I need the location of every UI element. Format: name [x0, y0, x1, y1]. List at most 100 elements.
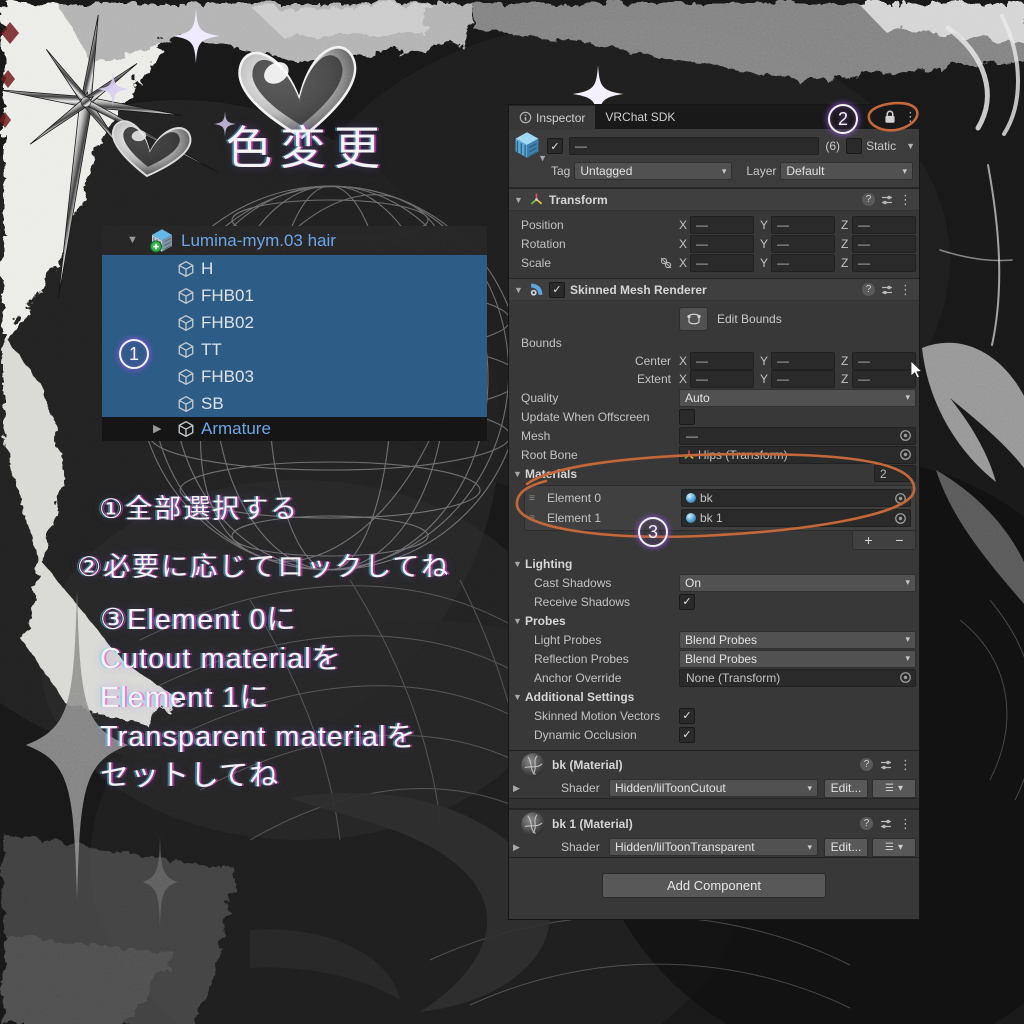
- materials-count-field[interactable]: 2: [874, 465, 916, 482]
- position-y-field[interactable]: —: [771, 215, 835, 234]
- name-field[interactable]: —: [569, 137, 820, 155]
- shader-menu-button[interactable]: ☰ ▾: [872, 837, 916, 857]
- foldout-open-icon[interactable]: ▼: [514, 285, 524, 295]
- scale-x-field[interactable]: —: [690, 253, 754, 272]
- root-bone-field[interactable]: Hips (Transform): [679, 445, 916, 464]
- extent-z-field[interactable]: —: [852, 370, 916, 388]
- center-x-field[interactable]: —: [690, 352, 754, 370]
- element1-material-field[interactable]: bk 1: [681, 509, 911, 527]
- component-menu-icon[interactable]: ⋮: [899, 816, 912, 832]
- element0-material-field[interactable]: bk: [681, 489, 911, 507]
- object-picker-icon[interactable]: [894, 512, 907, 525]
- edit-bounds-button[interactable]: [679, 307, 708, 331]
- rotation-x-field[interactable]: —: [690, 234, 754, 253]
- shader-dropdown[interactable]: Hidden/lilToonTransparent: [609, 838, 818, 856]
- materials-foldout[interactable]: ▼ Materials 2: [509, 464, 919, 483]
- smr-header[interactable]: ▼ Skinned Mesh Renderer ? ⋮: [509, 278, 919, 301]
- additional-settings-foldout[interactable]: ▼ Additional Settings: [509, 687, 919, 706]
- position-x-field[interactable]: —: [690, 215, 754, 234]
- object-picker-icon[interactable]: [899, 448, 912, 461]
- center-z-field[interactable]: —: [852, 352, 916, 370]
- center-y-field[interactable]: —: [771, 352, 835, 370]
- hierarchy-item-fhb03[interactable]: FHB03: [102, 363, 487, 390]
- remove-element-button[interactable]: −: [895, 533, 903, 547]
- static-checkbox[interactable]: [846, 138, 863, 154]
- hierarchy-root-row[interactable]: ▼ Lumina-mym.03 hair: [102, 226, 487, 255]
- mesh-object-field[interactable]: —: [679, 426, 916, 445]
- add-component-button[interactable]: Add Component: [602, 873, 826, 898]
- anchor-override-field[interactable]: None (Transform): [679, 668, 916, 687]
- foldout-closed-icon[interactable]: ▶: [513, 783, 523, 794]
- hierarchy-item-fhb01[interactable]: FHB01: [102, 282, 487, 309]
- gameobject-icon[interactable]: ▼: [513, 131, 547, 163]
- help-icon[interactable]: ?: [862, 193, 875, 206]
- object-picker-icon[interactable]: [899, 429, 912, 442]
- step2-marker: 2: [828, 104, 858, 134]
- object-picker-icon[interactable]: [899, 671, 912, 684]
- probes-foldout[interactable]: ▼ Probes: [509, 611, 919, 630]
- hierarchy-item-armature[interactable]: ▶ Armature: [102, 417, 487, 441]
- lock-icon[interactable]: [882, 109, 898, 125]
- scale-z-field[interactable]: —: [852, 253, 916, 272]
- material-element-0[interactable]: ≡ Element 0 bk: [525, 488, 915, 508]
- update-offscreen-checkbox[interactable]: [679, 408, 695, 425]
- lighting-foldout[interactable]: ▼ Lighting: [509, 554, 919, 573]
- hierarchy-item-fhb02[interactable]: FHB02: [102, 309, 487, 336]
- drag-handle-icon[interactable]: ≡: [529, 513, 543, 524]
- active-checkbox[interactable]: [547, 138, 563, 154]
- chevron-down-icon: ▼: [538, 153, 547, 163]
- skinned-motion-vectors-checkbox[interactable]: [679, 707, 695, 724]
- drag-handle-icon[interactable]: ≡: [529, 493, 543, 504]
- foldout-open-icon[interactable]: ▼: [127, 235, 143, 246]
- note-step2: ②必要に応じてロックしてね: [77, 552, 451, 582]
- hierarchy-item-sb[interactable]: SB: [102, 390, 487, 417]
- help-icon[interactable]: ?: [862, 283, 875, 296]
- shader-dropdown[interactable]: Hidden/lilToonCutout: [609, 779, 818, 797]
- shader-edit-button[interactable]: Edit...: [824, 778, 868, 798]
- add-element-button[interactable]: +: [864, 533, 872, 547]
- tab-inspector[interactable]: Inspector: [509, 105, 596, 130]
- presets-icon[interactable]: [879, 817, 893, 831]
- help-icon[interactable]: ?: [860, 817, 873, 830]
- cube-icon: [177, 260, 195, 278]
- extent-y-field[interactable]: —: [771, 370, 835, 388]
- info-icon: [519, 111, 532, 124]
- shader-menu-button[interactable]: ☰ ▾: [872, 778, 916, 798]
- receive-shadows-checkbox[interactable]: [679, 593, 695, 610]
- presets-icon[interactable]: [880, 283, 894, 297]
- presets-icon[interactable]: [880, 193, 894, 207]
- static-dropdown-icon[interactable]: ▼: [906, 141, 915, 151]
- tag-dropdown[interactable]: Untagged: [574, 162, 733, 180]
- hierarchy-item-tt[interactable]: TT: [102, 336, 487, 363]
- transform-header[interactable]: ▼ Transform ? ⋮: [509, 188, 919, 211]
- help-icon[interactable]: ?: [860, 758, 873, 771]
- rotation-y-field[interactable]: —: [771, 234, 835, 253]
- material-element-1[interactable]: ≡ Element 1 bk 1: [525, 508, 915, 528]
- link-broken-icon[interactable]: [659, 256, 673, 270]
- component-menu-icon[interactable]: ⋮: [899, 192, 912, 208]
- foldout-open-icon[interactable]: ▼: [514, 195, 524, 205]
- scale-y-field[interactable]: —: [771, 253, 835, 272]
- smr-enabled-checkbox[interactable]: [549, 281, 565, 298]
- foldout-closed-icon[interactable]: ▶: [513, 842, 523, 853]
- layer-dropdown[interactable]: Default: [780, 162, 913, 180]
- rotation-z-field[interactable]: —: [852, 234, 916, 253]
- shader-edit-button[interactable]: Edit...: [824, 837, 868, 857]
- light-probes-dropdown[interactable]: Blend Probes: [679, 630, 916, 649]
- component-menu-icon[interactable]: ⋮: [899, 757, 912, 773]
- component-menu-icon[interactable]: ⋮: [899, 282, 912, 298]
- object-picker-icon[interactable]: [894, 492, 907, 505]
- dynamic-occlusion-checkbox[interactable]: [679, 726, 695, 743]
- tab-vrchat-sdk[interactable]: VRChat SDK: [595, 105, 685, 129]
- foldout-closed-icon[interactable]: ▶: [153, 423, 169, 435]
- reflection-probes-dropdown[interactable]: Blend Probes: [679, 649, 916, 668]
- materials-list: ≡ Element 0 bk ≡ Element 1 bk 1: [524, 485, 916, 531]
- transform-icon: [683, 449, 695, 461]
- extent-x-field[interactable]: —: [690, 370, 754, 388]
- presets-icon[interactable]: [879, 758, 893, 772]
- quality-dropdown[interactable]: Auto: [679, 388, 916, 407]
- cast-shadows-dropdown[interactable]: On: [679, 573, 916, 592]
- position-z-field[interactable]: —: [852, 215, 916, 234]
- tab-menu-icon[interactable]: ⋮: [904, 109, 917, 125]
- hierarchy-item-h[interactable]: H: [102, 255, 487, 282]
